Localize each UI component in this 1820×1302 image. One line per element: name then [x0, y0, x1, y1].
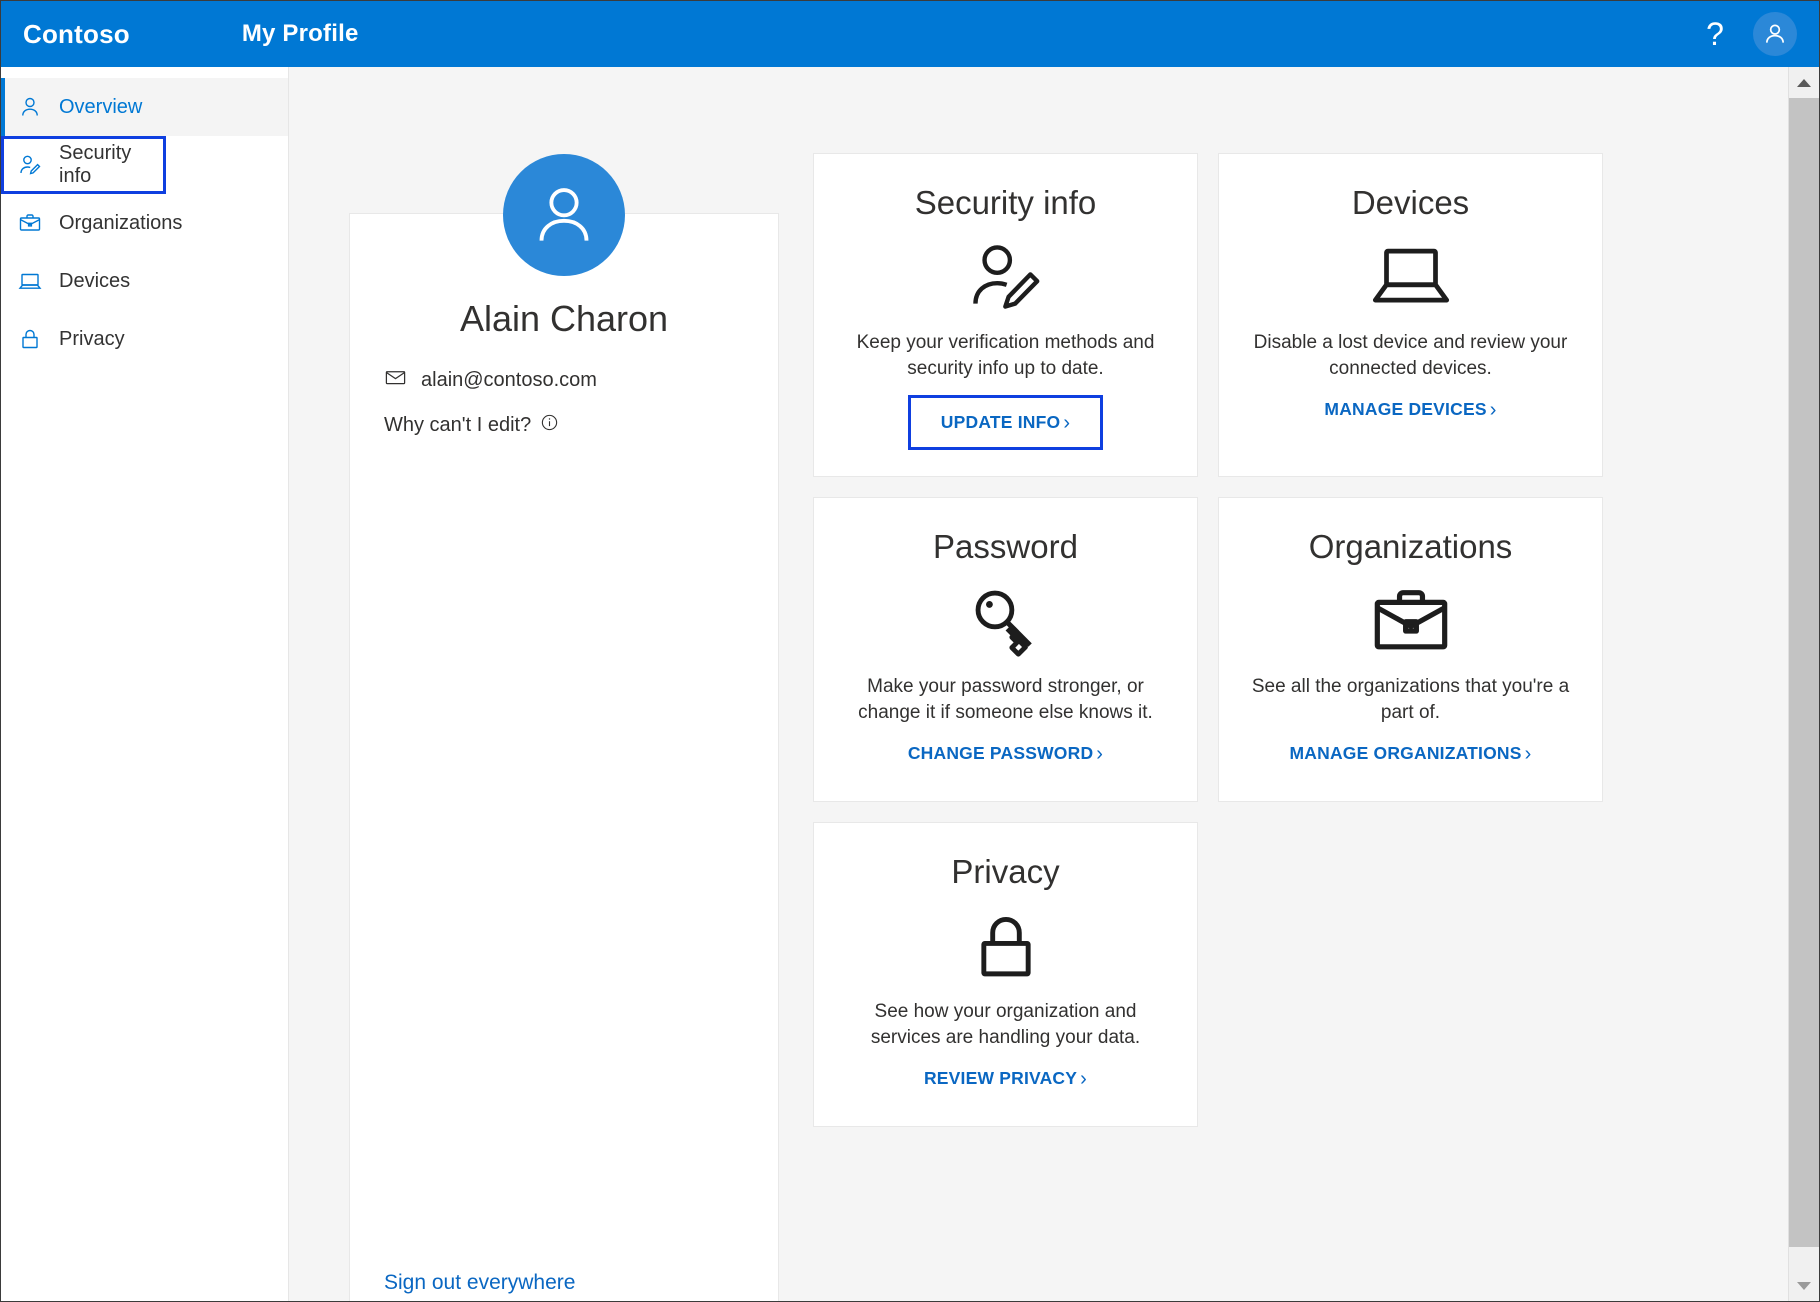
- sidebar-item-label: Privacy: [59, 328, 125, 351]
- tile-title: Devices: [1352, 184, 1469, 222]
- tile-title: Password: [933, 528, 1078, 566]
- tile-organizations[interactable]: Organizations See all the organizations …: [1218, 497, 1603, 802]
- sign-out-everywhere-link[interactable]: Sign out everywhere: [384, 1271, 778, 1295]
- sidebar-item-label: Organizations: [59, 212, 182, 235]
- review-privacy-label: REVIEW PRIVACY: [924, 1068, 1077, 1089]
- tile-password[interactable]: Password Make your password stronger, or…: [813, 497, 1198, 802]
- why-cant-i-edit-label: Why can't I edit?: [384, 414, 531, 437]
- scroll-thumb[interactable]: [1789, 98, 1819, 1247]
- laptop-icon: [1368, 238, 1454, 316]
- profile-email: alain@contoso.com: [421, 369, 597, 392]
- manage-organizations-link[interactable]: MANAGE ORGANIZATIONS ›: [1289, 743, 1531, 764]
- avatar: [503, 154, 625, 276]
- tile-description: Disable a lost device and review your co…: [1246, 330, 1576, 381]
- sidebar-item-organizations[interactable]: Organizations: [1, 194, 288, 252]
- manage-devices-link[interactable]: MANAGE DEVICES ›: [1324, 399, 1496, 420]
- tile-privacy[interactable]: Privacy See how your organization and se…: [813, 822, 1198, 1127]
- profile-card: Alain Charon alain@contoso.com Why can't…: [349, 213, 779, 1301]
- tile-description: See how your organization and services a…: [841, 999, 1171, 1050]
- page-title: My Profile: [242, 20, 359, 48]
- change-password-link[interactable]: CHANGE PASSWORD ›: [908, 743, 1103, 764]
- key-icon: [964, 582, 1048, 660]
- profile-name: Alain Charon: [350, 298, 778, 340]
- info-icon[interactable]: [540, 413, 559, 438]
- sidebar-item-label: Security info: [59, 142, 166, 188]
- tile-title: Security info: [915, 184, 1097, 222]
- chevron-right-icon: ›: [1096, 744, 1103, 764]
- scroll-down-arrow-icon[interactable]: [1789, 1270, 1819, 1301]
- tile-title: Organizations: [1309, 528, 1513, 566]
- person-edit-icon: [963, 238, 1049, 316]
- person-icon: [17, 94, 43, 120]
- scrollbar-track[interactable]: [1789, 98, 1819, 1270]
- top-navigation-bar: Contoso My Profile ?: [1, 1, 1819, 67]
- overview-content: Alain Charon alain@contoso.com Why can't…: [289, 67, 1819, 1301]
- sidebar-item-label: Devices: [59, 270, 130, 293]
- person-edit-icon: [17, 152, 43, 178]
- lock-icon: [968, 907, 1044, 985]
- profile-email-row: alain@contoso.com: [384, 366, 778, 395]
- update-info-label: UPDATE INFO: [941, 412, 1061, 433]
- chevron-right-icon: ›: [1490, 400, 1497, 420]
- manage-devices-label: MANAGE DEVICES: [1324, 399, 1486, 420]
- body: Overview Security info: [1, 67, 1819, 1301]
- review-privacy-link[interactable]: REVIEW PRIVACY ›: [924, 1068, 1087, 1089]
- why-cant-i-edit-row[interactable]: Why can't I edit?: [384, 413, 778, 438]
- tile-security-info[interactable]: Security info Keep your verification met…: [813, 153, 1198, 477]
- sidebar-item-label: Overview: [59, 96, 142, 119]
- chevron-right-icon: ›: [1063, 413, 1070, 433]
- account-avatar-icon[interactable]: [1753, 12, 1797, 56]
- sidebar-item-overview[interactable]: Overview: [1, 78, 288, 136]
- tile-devices[interactable]: Devices Disable a lost device and review…: [1218, 153, 1603, 477]
- envelope-icon: [384, 366, 407, 395]
- my-profile-window: Contoso My Profile ? Ov: [0, 0, 1820, 1302]
- vertical-scrollbar[interactable]: [1788, 67, 1819, 1301]
- sidebar-item-devices[interactable]: Devices: [1, 252, 288, 310]
- brand-label[interactable]: Contoso: [23, 19, 130, 50]
- laptop-icon: [17, 268, 43, 294]
- chevron-right-icon: ›: [1080, 1069, 1087, 1089]
- sidebar-item-privacy[interactable]: Privacy: [1, 310, 288, 368]
- triangle-down: [1797, 1282, 1811, 1290]
- manage-organizations-label: MANAGE ORGANIZATIONS: [1289, 743, 1521, 764]
- tiles-grid: Security info Keep your verification met…: [813, 153, 1603, 1127]
- tile-description: Keep your verification methods and secur…: [841, 330, 1171, 381]
- tile-description: See all the organizations that you're a …: [1246, 674, 1576, 725]
- help-icon[interactable]: ?: [1695, 14, 1735, 54]
- tile-description: Make your password stronger, or change i…: [841, 674, 1171, 725]
- triangle-up: [1797, 79, 1811, 87]
- content-columns: Alain Charon alain@contoso.com Why can't…: [289, 153, 1603, 1301]
- chevron-right-icon: ›: [1525, 744, 1532, 764]
- lock-icon: [17, 326, 43, 352]
- sidebar-item-security-info[interactable]: Security info: [1, 136, 166, 194]
- briefcase-icon: [17, 210, 43, 236]
- update-info-button[interactable]: UPDATE INFO ›: [908, 395, 1103, 450]
- topbar-actions: ?: [1695, 12, 1797, 56]
- tile-title: Privacy: [951, 853, 1059, 891]
- briefcase-icon: [1368, 582, 1454, 660]
- scroll-up-arrow-icon[interactable]: [1789, 67, 1819, 98]
- change-password-label: CHANGE PASSWORD: [908, 743, 1093, 764]
- sidebar-navigation: Overview Security info: [1, 67, 289, 1301]
